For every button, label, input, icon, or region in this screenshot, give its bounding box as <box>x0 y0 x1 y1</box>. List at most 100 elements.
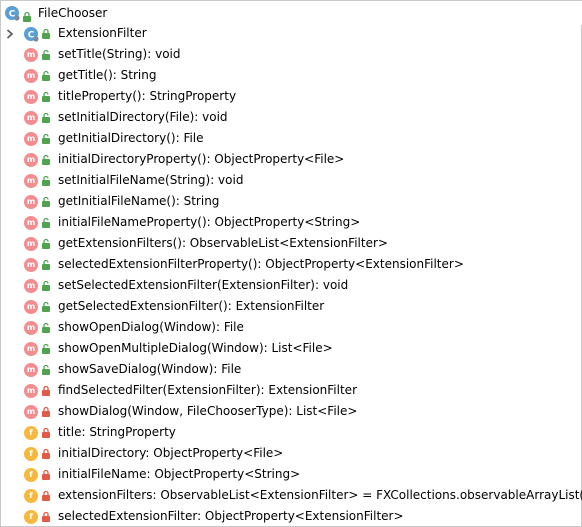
tree-item-method[interactable]: m showOpenDialog(Window): File <box>1 317 582 338</box>
tree-item-label: showSaveDialog(Window): File <box>58 362 242 376</box>
tree-item-label: initialDirectory: ObjectProperty<File> <box>58 446 284 460</box>
class-name: FileChooser <box>38 6 108 20</box>
public-lock-icon <box>42 49 50 60</box>
public-lock-icon <box>42 238 50 249</box>
tree-item-field[interactable]: f title: StringProperty <box>1 422 582 443</box>
tree-item-label: initialFileName: ObjectProperty<String> <box>58 467 301 481</box>
tree-item-label: findSelectedFilter(ExtensionFilter): Ext… <box>58 383 357 397</box>
tree-item-method[interactable]: m showDialog(Window, FileChooserType): Li… <box>1 401 582 422</box>
method-icon: m <box>24 68 38 83</box>
tree-item-method[interactable]: m setSelectedExtensionFilter(ExtensionFil… <box>1 275 582 296</box>
tree-item-label: setSelectedExtensionFilter(ExtensionFilt… <box>58 278 349 292</box>
method-icon: m <box>24 173 38 188</box>
private-lock-icon <box>42 385 50 396</box>
method-icon: m <box>24 320 38 335</box>
tree-item-field[interactable]: f extensionFilters: ObservableList<Extens… <box>1 485 582 506</box>
private-lock-icon <box>42 469 50 480</box>
tree-item-label: ExtensionFilter <box>58 26 147 40</box>
tree-item-field[interactable]: f initialDirectory: ObjectProperty<File> <box>1 443 582 464</box>
public-lock-icon <box>42 70 50 81</box>
public-lock-icon <box>42 259 50 270</box>
tree-item-label: setTitle(String): void <box>58 47 181 61</box>
structure-root[interactable]: C FileChooser <box>1 1 582 25</box>
tree-item-method[interactable]: m getSelectedExtensionFilter(): Extension… <box>1 296 582 317</box>
tree-item-method[interactable]: m showOpenMultipleDialog(Window): List<Fi… <box>1 338 582 359</box>
lock-icon <box>42 28 50 39</box>
method-icon: m <box>24 299 38 314</box>
tree-item-method[interactable]: m findSelectedFilter(ExtensionFilter): Ex… <box>1 380 582 401</box>
tree-item-method[interactable]: m selectedExtensionFilterProperty(): Obje… <box>1 254 582 275</box>
method-icon: m <box>24 89 38 104</box>
tree-item-field[interactable]: f selectedExtensionFilter: ObjectProperty… <box>1 506 582 527</box>
method-icon: m <box>24 341 38 356</box>
tree-item-method[interactable]: m initialDirectoryProperty(): ObjectPrope… <box>1 149 582 170</box>
tree-item-label: initialDirectoryProperty(): ObjectProper… <box>58 152 345 166</box>
structure-panel: C FileChooser C ExtensionFilter m setTitl… <box>0 0 582 527</box>
field-icon: f <box>24 467 38 482</box>
private-lock-icon <box>42 406 50 417</box>
method-icon: m <box>24 194 38 209</box>
tree-item-label: initialFileNameProperty(): ObjectPropert… <box>58 215 361 229</box>
field-icon: f <box>24 509 38 524</box>
tree-item-label: setInitialDirectory(File): void <box>58 110 228 124</box>
method-icon: m <box>24 236 38 251</box>
public-lock-icon <box>42 175 50 186</box>
class-icon: C <box>24 27 39 42</box>
tree-item-extension-filter[interactable]: C ExtensionFilter <box>1 23 582 44</box>
method-icon: m <box>24 47 38 62</box>
field-icon: f <box>24 488 38 503</box>
method-icon: m <box>24 215 38 230</box>
tree-item-label: selectedExtensionFilterProperty(): Objec… <box>58 257 464 271</box>
tree-item-label: showOpenDialog(Window): File <box>58 320 244 334</box>
tree-item-field[interactable]: f initialFileName: ObjectProperty<String> <box>1 464 582 485</box>
public-lock-icon <box>42 91 50 102</box>
tree-item-label: getExtensionFilters(): ObservableList<Ex… <box>58 236 388 250</box>
tree-item-label: selectedExtensionFilter: ObjectProperty<… <box>58 509 404 523</box>
private-lock-icon <box>42 511 50 522</box>
method-icon: m <box>24 383 38 398</box>
method-icon: m <box>24 362 38 377</box>
tree-item-label: title: StringProperty <box>58 425 176 439</box>
tree-item-method[interactable]: m getTitle(): String <box>1 65 582 86</box>
chevron-right-icon[interactable] <box>5 23 15 44</box>
public-lock-icon <box>42 112 50 123</box>
tree-item-method[interactable]: m showSaveDialog(Window): File <box>1 359 582 380</box>
lock-icon <box>23 11 31 22</box>
private-lock-icon <box>42 490 50 501</box>
tree-item-method[interactable]: m getExtensionFilters(): ObservableList<E… <box>1 233 582 254</box>
public-lock-icon <box>42 301 50 312</box>
tree-item-label: getInitialDirectory(): File <box>58 131 204 145</box>
tree-item-method[interactable]: m setInitialFileName(String): void <box>1 170 582 191</box>
field-icon: f <box>24 425 38 440</box>
method-icon: m <box>24 278 38 293</box>
tree-item-label: showDialog(Window, FileChooserType): Lis… <box>58 404 358 418</box>
public-lock-icon <box>42 154 50 165</box>
method-icon: m <box>24 131 38 146</box>
tree-item-method[interactable]: m setTitle(String): void <box>1 44 582 65</box>
private-lock-icon <box>42 427 50 438</box>
tree-item-label: getSelectedExtensionFilter(): ExtensionF… <box>58 299 325 313</box>
field-icon: f <box>24 446 38 461</box>
public-lock-icon <box>42 322 50 333</box>
tree-item-method[interactable]: m getInitialDirectory(): File <box>1 128 582 149</box>
public-lock-icon <box>42 196 50 207</box>
tree-item-label: titleProperty(): StringProperty <box>58 89 237 103</box>
public-lock-icon <box>42 364 50 375</box>
public-lock-icon <box>42 280 50 291</box>
tree-item-label: getTitle(): String <box>58 68 157 82</box>
public-lock-icon <box>42 217 50 228</box>
tree-item-method[interactable]: m initialFileNameProperty(): ObjectProper… <box>1 212 582 233</box>
public-lock-icon <box>42 343 50 354</box>
method-icon: m <box>24 110 38 125</box>
tree-item-label: extensionFilters: ObservableList<Extensi… <box>58 488 582 502</box>
class-icon: C <box>5 6 20 21</box>
public-lock-icon <box>42 133 50 144</box>
tree-item-label: setInitialFileName(String): void <box>58 173 244 187</box>
method-icon: m <box>24 257 38 272</box>
tree-item-method[interactable]: m titleProperty(): StringProperty <box>1 86 582 107</box>
tree-item-label: showOpenMultipleDialog(Window): List<Fil… <box>58 341 333 355</box>
private-lock-icon <box>42 448 50 459</box>
tree-item-method[interactable]: m getInitialFileName(): String <box>1 191 582 212</box>
tree-item-method[interactable]: m setInitialDirectory(File): void <box>1 107 582 128</box>
method-icon: m <box>24 152 38 167</box>
